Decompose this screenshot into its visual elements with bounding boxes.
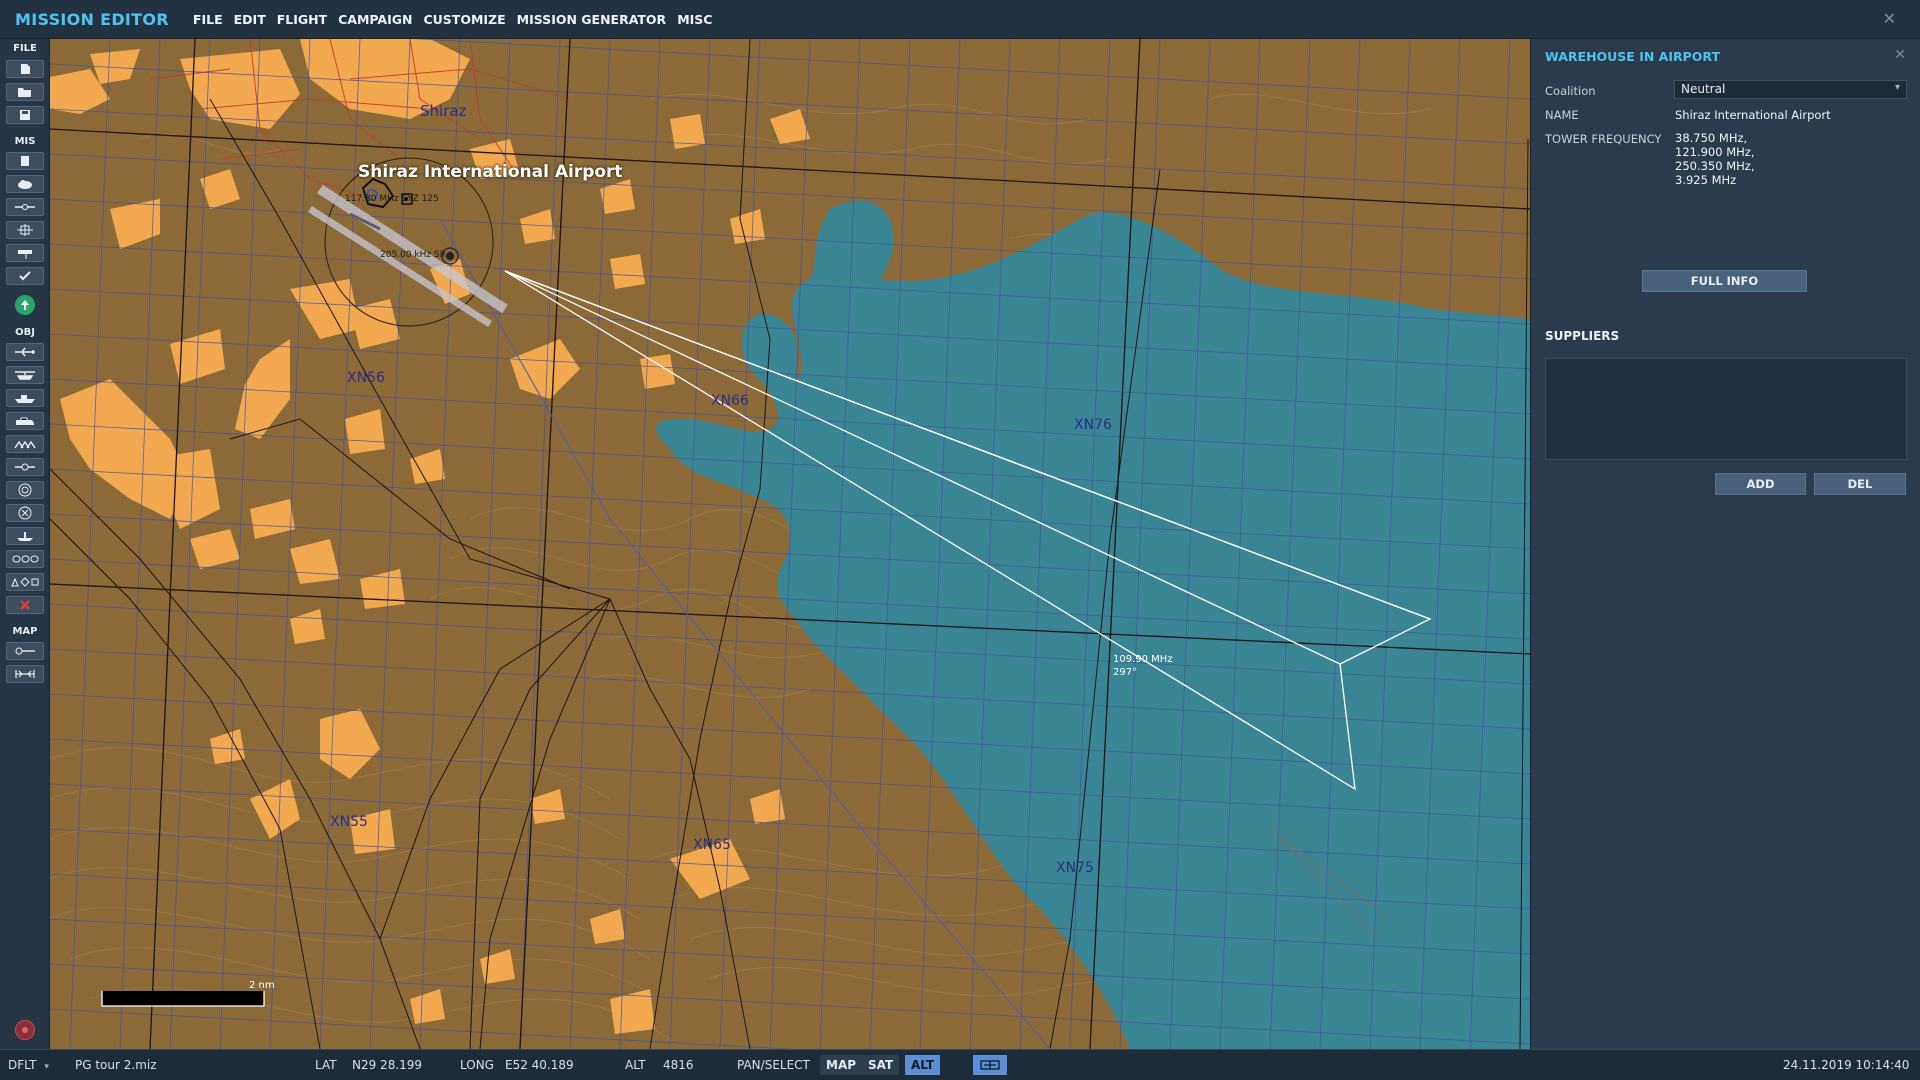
ils-heading-text: 297° (1113, 667, 1138, 678)
tower-frequency-4: 3.925 MHz (1675, 173, 1737, 187)
menu-edit[interactable]: EDIT (234, 12, 266, 27)
grid-label-xn55: XN55 (330, 814, 368, 830)
name-label: NAME (1545, 108, 1579, 122)
save-icon[interactable] (6, 106, 44, 124)
nav-point-icon[interactable] (6, 504, 44, 522)
left-toolbar: FILE MIS OBJ MAP (0, 39, 50, 1049)
tower-frequency-1: 38.750 MHz, (1675, 131, 1748, 145)
delete-icon[interactable] (6, 596, 44, 614)
checkmark-icon[interactable] (6, 267, 44, 285)
failures-icon[interactable] (6, 221, 44, 239)
mission-file-name: PG tour 2.miz (75, 1058, 157, 1072)
toolbar-section-map: MAP (12, 626, 38, 637)
ship-icon[interactable] (6, 389, 44, 407)
grid-label-xn76: XN76 (1074, 417, 1112, 433)
briefing-icon[interactable] (6, 152, 44, 170)
menu-flight[interactable]: FLIGHT (277, 12, 327, 27)
lat-value: N29 28.199 (352, 1058, 423, 1072)
scale-label: 2 nm (249, 980, 275, 991)
alt-layer-button[interactable]: ALT (905, 1055, 941, 1075)
tower-frequency-2: 121.900 MHz, (1675, 145, 1755, 159)
ils-frequency-text: 109.90 MHz (1113, 654, 1173, 665)
chevron-down-icon: ▾ (44, 1062, 49, 1072)
record-icon[interactable] (15, 1020, 35, 1040)
mode-text: PAN/SELECT (737, 1058, 810, 1072)
weather-icon[interactable] (6, 175, 44, 193)
map-layer-button[interactable]: MAP (820, 1055, 863, 1075)
vor-frequency-text: 117.80 MHz SYZ 125 (345, 194, 439, 204)
suppliers-heading: SUPPLIERS (1545, 329, 1620, 343)
suppliers-list[interactable] (1545, 358, 1907, 460)
app-title: MISSION EDITOR (15, 9, 169, 29)
grid-label-xn66: XN66 (711, 393, 749, 409)
ruler-icon[interactable] (6, 665, 44, 683)
static-icon[interactable] (6, 458, 44, 476)
ndb-frequency-text: 205.00 kHz SR (380, 250, 446, 260)
airplane-icon[interactable] (6, 343, 44, 361)
coalition-value: Neutral (1681, 82, 1726, 96)
coalition-select[interactable]: Neutral ▾ (1674, 80, 1907, 99)
open-folder-icon[interactable] (6, 83, 44, 101)
delete-supplier-button[interactable]: DEL (1814, 473, 1906, 495)
alt-value: 4816 (663, 1058, 694, 1072)
properties-panel: WAREHOUSE IN AIRPORT ✕ Coalition Neutral… (1530, 39, 1920, 1049)
tower-frequency-3: 250.350 MHz, (1675, 159, 1755, 173)
top-menu-bar: MISSION EDITOR FILE EDIT FLIGHT CAMPAIGN… (0, 0, 1920, 39)
menu-campaign[interactable]: CAMPAIGN (338, 12, 412, 27)
flag-icon[interactable] (6, 244, 44, 262)
chevron-down-icon: ▾ (1894, 82, 1900, 93)
carrier-icon[interactable] (6, 527, 44, 545)
window-close-icon[interactable]: ✕ (1883, 9, 1896, 28)
toolbar-section-mis: MIS (14, 136, 36, 147)
shapes-icon[interactable] (6, 573, 44, 591)
map-options-icon[interactable] (6, 642, 44, 660)
menu-misc[interactable]: MISC (677, 12, 712, 27)
sat-layer-button[interactable]: SAT (862, 1055, 900, 1075)
grid-label-xn56: XN56 (347, 370, 385, 386)
airport-name-label[interactable]: Shiraz International Airport (358, 162, 623, 182)
panel-title: WAREHOUSE IN AIRPORT (1545, 49, 1720, 64)
menu-customize[interactable]: CUSTOMIZE (423, 12, 505, 27)
target-icon[interactable] (6, 481, 44, 499)
toolbar-section-obj: OBJ (15, 327, 35, 338)
full-info-button[interactable]: FULL INFO (1642, 270, 1807, 292)
add-supplier-button[interactable]: ADD (1715, 473, 1806, 495)
status-bar: DFLT ▾ PG tour 2.miz LAT N29 28.199 LONG… (0, 1049, 1920, 1080)
menu-mission-generator[interactable]: MISSION GENERATOR (517, 12, 667, 27)
long-label: LONG (460, 1058, 494, 1072)
name-value: Shiraz International Airport (1675, 108, 1831, 122)
grid-label-xn75: XN75 (1056, 860, 1094, 876)
coalition-label: Coalition (1545, 84, 1596, 98)
scale-bar (101, 991, 265, 1007)
long-value: E52 40.189 (505, 1058, 574, 1072)
panel-close-icon[interactable]: ✕ (1894, 47, 1906, 63)
trigger-icon[interactable] (6, 198, 44, 216)
toolbar-section-file: FILE (13, 43, 37, 54)
mission-editor-window: MISSION EDITOR FILE EDIT FLIGHT CAMPAIGN… (0, 0, 1920, 1080)
datetime: 24.11.2019 10:14:40 (1783, 1058, 1910, 1072)
new-file-icon[interactable] (6, 60, 44, 78)
city-label: Shiraz (420, 102, 467, 120)
vehicle-icon[interactable] (6, 412, 44, 430)
alt-label: ALT (625, 1058, 646, 1072)
map-canvas[interactable] (50, 39, 1530, 1049)
profile-select[interactable]: DFLT ▾ (8, 1058, 49, 1072)
tower-frequency-label: TOWER FREQUENCY (1545, 132, 1662, 146)
map-view[interactable]: Shiraz Shiraz International Airport 117.… (50, 39, 1530, 1049)
menu-file[interactable]: FILE (193, 12, 223, 27)
armor-group-icon[interactable] (6, 435, 44, 453)
helicopter-icon[interactable] (6, 366, 44, 384)
lat-label: LAT (315, 1058, 337, 1072)
grid-label-xn65: XN65 (693, 837, 731, 853)
formation-icon[interactable] (6, 550, 44, 568)
profile-value: DFLT (8, 1058, 37, 1072)
up-arrow-icon[interactable] (15, 295, 35, 315)
map-tools-icon[interactable] (973, 1055, 1007, 1075)
